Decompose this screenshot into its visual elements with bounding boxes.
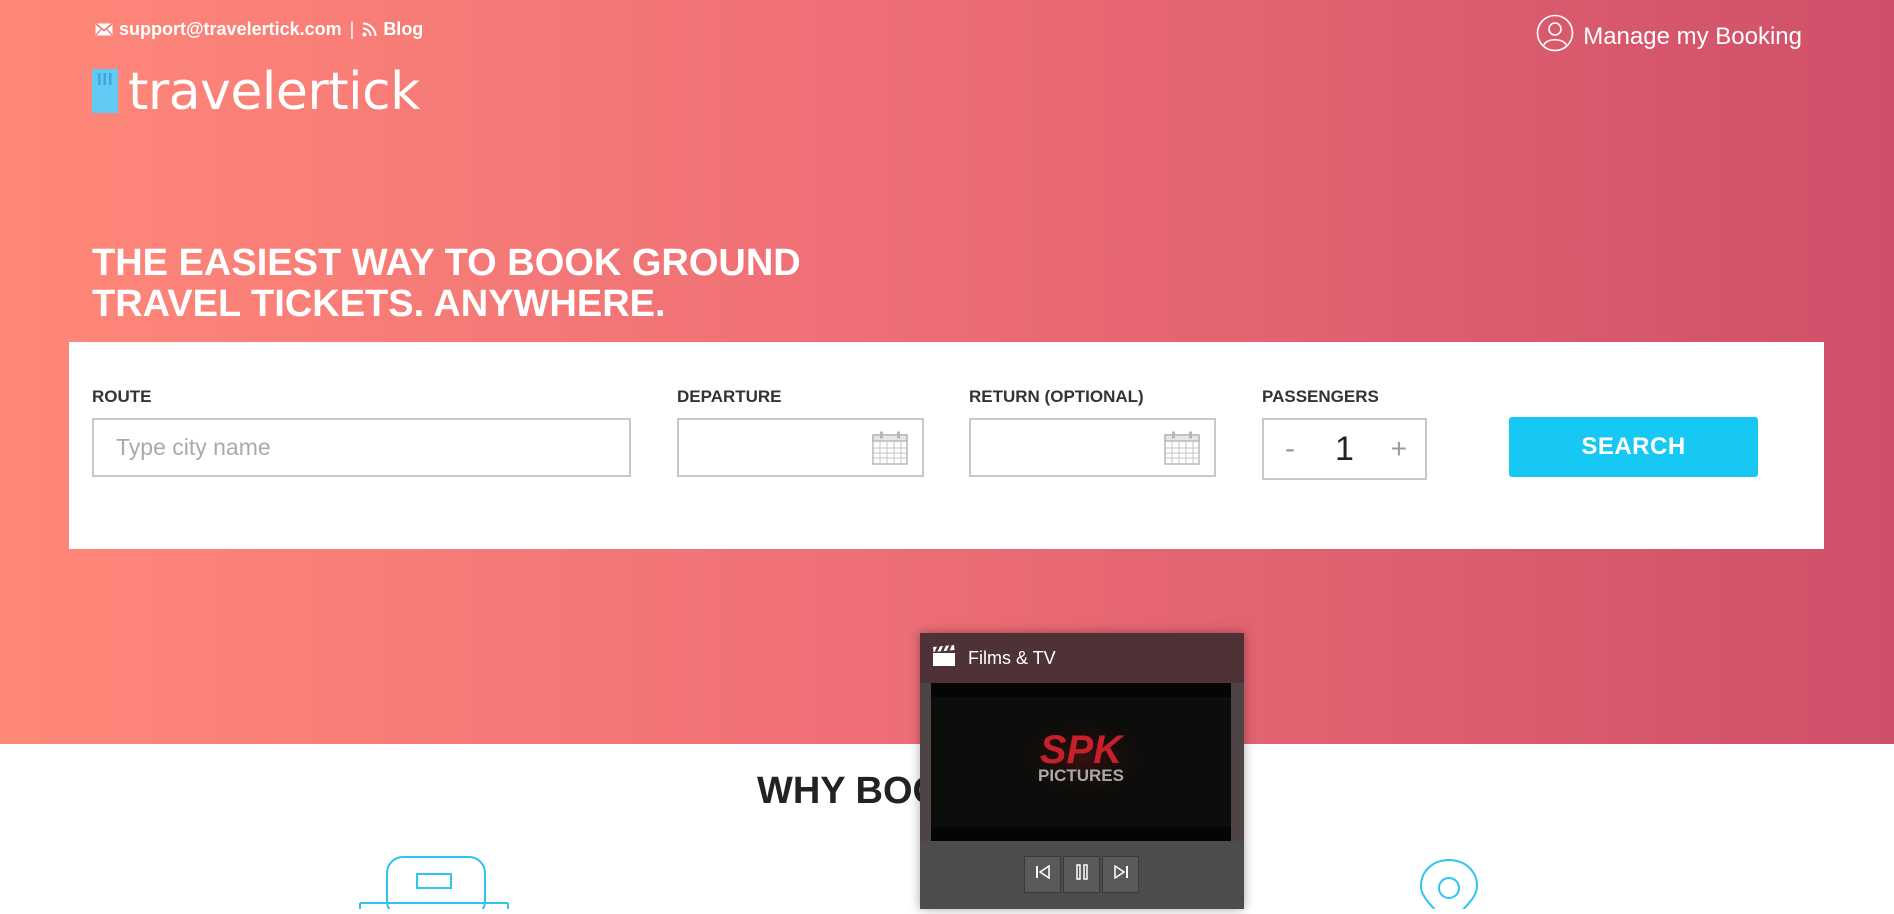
pause-button[interactable] (1063, 856, 1100, 893)
previous-track-icon (1035, 864, 1051, 884)
next-track-button[interactable] (1102, 856, 1139, 893)
video-logo-subtext: PICTURES (1038, 766, 1124, 785)
passengers-increment-button[interactable]: + (1387, 433, 1411, 465)
blog-link[interactable]: Blog (383, 19, 423, 40)
bus-icon (356, 856, 510, 914)
user-circle-icon (1536, 14, 1574, 59)
return-date-field[interactable] (969, 418, 1216, 477)
passengers-stepper[interactable]: - 1 + (1262, 418, 1427, 480)
route-input[interactable] (94, 420, 629, 475)
films-tv-titlebar[interactable]: Films & TV (920, 633, 1244, 683)
departure-label: DEPARTURE (677, 387, 782, 406)
site-logo[interactable]: travelertick (92, 66, 420, 118)
pause-icon (1075, 864, 1089, 885)
passengers-decrement-button[interactable]: - (1278, 432, 1302, 466)
top-contact-bar: support@travelertick.com | Blog (95, 19, 423, 40)
why-book-heading: WHY BOO (757, 770, 943, 812)
support-email-link[interactable]: support@travelertick.com (119, 19, 342, 40)
hero-headline-line2: TRAVEL TICKETS. ANYWHERE. (92, 283, 666, 325)
return-label: RETURN (OPTIONAL) (969, 387, 1144, 406)
ticket-logo-icon (92, 69, 118, 118)
player-controls (1024, 856, 1139, 893)
rss-icon (362, 22, 377, 37)
films-tv-title: Films & TV (968, 647, 1056, 668)
previous-track-button[interactable] (1024, 856, 1061, 893)
films-tv-mini-player[interactable]: Films & TV SPK PICTURES (920, 633, 1244, 909)
calendar-icon[interactable] (872, 431, 908, 470)
next-track-icon (1113, 864, 1129, 884)
manage-booking-label: Manage my Booking (1583, 22, 1802, 50)
departure-date-field[interactable] (677, 418, 924, 477)
calendar-icon[interactable] (1164, 431, 1200, 470)
logo-wordmark: travelertick (128, 62, 420, 122)
hero-headline-line1: THE EASIEST WAY TO BOOK GROUND (92, 242, 801, 284)
route-field[interactable] (92, 418, 631, 477)
mail-icon (95, 23, 113, 36)
search-panel: ROUTE DEPARTURE (69, 342, 1824, 549)
manage-booking-link[interactable]: Manage my Booking (1536, 14, 1802, 59)
route-label: ROUTE (92, 387, 152, 406)
video-frame[interactable]: SPK PICTURES (931, 683, 1231, 841)
location-pin-icon (1416, 858, 1482, 914)
header-separator: | (349, 19, 355, 39)
search-button[interactable]: SEARCH (1509, 417, 1758, 477)
clapperboard-icon (932, 644, 956, 672)
passengers-label: PASSENGERS (1262, 387, 1379, 406)
passengers-value: 1 (1335, 429, 1354, 468)
hero-headline: THE EASIEST WAY TO BOOK GROUND TRAVEL TI… (92, 243, 852, 325)
